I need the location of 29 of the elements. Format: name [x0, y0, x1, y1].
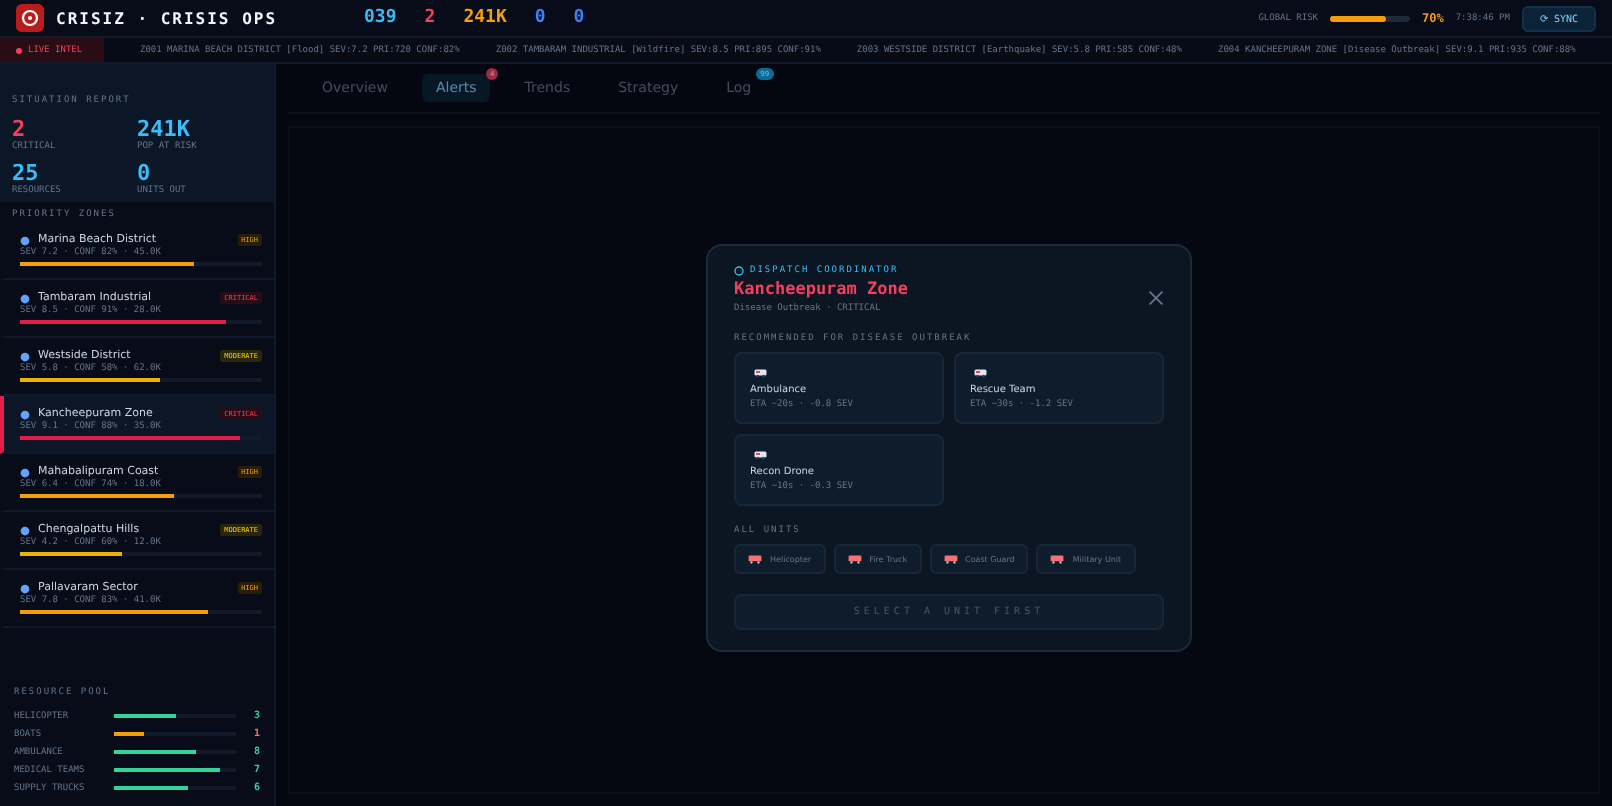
marker-icon: [20, 467, 30, 477]
marker-icon: [20, 351, 30, 361]
marker-icon: [20, 583, 30, 593]
target-icon: [734, 266, 744, 276]
vehicle-icon: [748, 554, 762, 564]
vehicle-icon: [1050, 554, 1065, 564]
header-stat: 2: [424, 8, 436, 28]
stat-value: 25: [12, 160, 39, 186]
stat-value: 0: [137, 160, 151, 186]
stat-value: 241K: [137, 116, 190, 142]
vehicle-icon: [847, 554, 862, 564]
marker-icon: [20, 525, 30, 535]
dialog-title: Kancheepuram Zone: [734, 280, 908, 300]
header-stat: 241K: [463, 8, 507, 28]
header-stat: 0: [534, 8, 546, 28]
vehicle-icon: [943, 554, 958, 564]
marker-icon: [20, 235, 30, 245]
header-stat: 039: [364, 8, 397, 28]
marker-icon: [20, 293, 30, 303]
vehicle-icon: [970, 368, 992, 378]
vehicle-icon: [750, 368, 772, 378]
risk-meter: [1330, 15, 1410, 21]
app-title: CRISIZ · CRISIS OPS: [56, 9, 278, 27]
close-icon[interactable]: [1148, 290, 1164, 306]
stat-value: 2: [12, 116, 26, 142]
vehicle-icon: [750, 450, 772, 460]
marker-icon: [20, 409, 30, 419]
header-stat: 0: [573, 8, 585, 28]
dot-icon: [16, 47, 22, 53]
